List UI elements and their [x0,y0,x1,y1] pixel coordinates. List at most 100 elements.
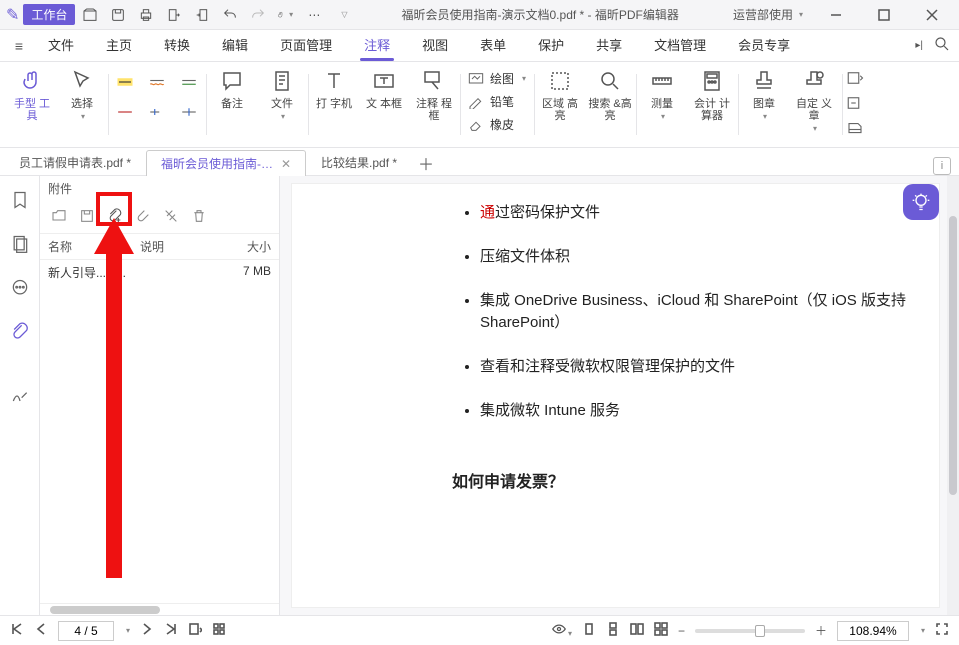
menu-tab-view[interactable]: 视图 [408,31,462,61]
side-bookmarks-icon[interactable] [8,188,32,212]
side-attachments-icon[interactable] [8,320,32,344]
page-input[interactable] [58,621,114,641]
doc-vscroll[interactable] [947,176,959,615]
ribbon-highlight-icon[interactable] [112,72,138,92]
qat-save-icon[interactable] [109,6,127,24]
menu-search-icon[interactable] [933,35,951,56]
side-comments-icon[interactable] [8,276,32,300]
ribbon-area-highlight-button[interactable]: 区域 高亮 [538,68,582,122]
panel-delete-icon[interactable] [188,205,210,227]
ribbon-pencil-button[interactable]: 铅笔 [468,93,514,110]
ribbon-textbox-button[interactable]: 文 本框 [362,68,406,122]
panel-unlink-icon[interactable] [160,205,182,227]
menu-tab-edit[interactable]: 编辑 [208,31,262,61]
zoom-dropdown-icon[interactable]: ▾ [921,626,925,635]
qat-undo-icon[interactable] [221,6,239,24]
qat-import-icon[interactable] [193,6,211,24]
menu-tab-share[interactable]: 共享 [582,31,636,61]
ribbon-note-button[interactable]: 备注 [210,68,254,123]
qat-open-icon[interactable] [81,6,99,24]
panel-hscroll[interactable] [40,603,279,615]
window-close-button[interactable] [911,2,953,28]
menu-tab-annotate[interactable]: 注释 [350,31,404,61]
menu-file[interactable]: 文件 [34,31,88,61]
qat-more-icon[interactable]: ⋯ [305,6,323,24]
doc-tab[interactable]: 员工请假申请表.pdf * [4,149,146,175]
status-thumbnail-icon[interactable] [212,622,226,639]
ribbon-search-highlight-button[interactable]: 搜索 &高亮 [588,68,632,122]
tab-info-icon[interactable]: i [933,157,951,175]
panel-add-attachment-icon[interactable] [104,205,126,227]
col-desc[interactable]: 说明 [140,238,227,255]
view-facing-cont-icon[interactable] [654,622,668,639]
tab-close-icon[interactable]: ✕ [281,157,291,171]
menu-hamburger-icon[interactable]: ≡ [8,38,30,54]
nav-prev-icon[interactable] [34,622,48,639]
nav-last-icon[interactable] [164,622,178,639]
menu-tab-convert[interactable]: 转换 [150,31,204,61]
doc-tab[interactable]: 福昕会员使用指南-演...✕ [146,150,306,176]
view-continuous-icon[interactable] [606,622,620,639]
zoom-slider[interactable] [695,629,805,633]
menu-tab-pages[interactable]: 页面管理 [266,31,346,61]
tab-add-button[interactable]: ＋ [412,151,440,175]
ribbon-eraser-button[interactable]: 橡皮 [468,116,514,133]
view-facing-icon[interactable] [630,622,644,639]
ribbon-mini-1-icon[interactable] [846,70,864,89]
ribbon-drawing-button[interactable]: 绘图▾ [468,70,526,87]
window-maximize-button[interactable] [863,2,905,28]
fullscreen-icon[interactable] [935,622,949,639]
view-single-icon[interactable] [582,622,596,639]
panel-link-icon[interactable] [132,205,154,227]
status-rotate-icon[interactable] [188,622,202,639]
ribbon-file-attach-button[interactable]: 文件▾ [260,68,304,123]
attachment-row[interactable]: 新人引导...0.... 7 MB [40,260,279,285]
menu-tab-protect[interactable]: 保护 [524,31,578,61]
zoom-input[interactable] [837,621,909,641]
ribbon-insert-text-icon[interactable] [176,102,202,122]
window-minimize-button[interactable] [815,2,857,28]
qat-print-icon[interactable] [137,6,155,24]
main-area: 附件 名称 说明 大小 新人引导...0.... 7 MB 通 [0,176,959,615]
menu-tab-form[interactable]: 表单 [466,31,520,61]
document-view[interactable]: 通过密码保护文件 压缩文件体积 集成 OneDrive Business、iCl… [280,176,959,615]
qat-redo-icon[interactable] [249,6,267,24]
menu-tab-home[interactable]: 主页 [92,31,146,61]
qat-dropdown-icon[interactable]: ▽ [335,6,353,24]
ribbon-calculator-button[interactable]: 会计 计算器 [690,68,734,123]
nav-first-icon[interactable] [10,622,24,639]
ribbon-hand-tool[interactable]: 手型 工具 [10,68,54,123]
ribbon-squiggly-icon[interactable] [144,72,170,92]
panel-open-icon[interactable] [48,205,70,227]
qat-hand-icon[interactable]: ▾ [277,6,295,24]
ribbon-mini-3-icon[interactable] [846,120,864,139]
menu-tab-vip[interactable]: 会员专享 [724,31,804,61]
ribbon-callout-button[interactable]: 注释 程框 [412,68,456,122]
ribbon-underline-icon[interactable] [176,72,202,92]
ribbon-select-tool[interactable]: 选择▾ [60,68,104,123]
ribbon-typewriter-button[interactable]: 打 字机 [312,68,356,122]
side-pages-icon[interactable] [8,232,32,256]
side-signature-icon[interactable] [8,384,32,408]
panel-save-icon[interactable] [76,205,98,227]
ribbon-replace-text-icon[interactable] [144,102,170,122]
user-menu[interactable]: 运营部使用▾ [727,4,809,25]
doc-tab[interactable]: 比较结果.pdf * [306,149,412,175]
workbench-button[interactable]: 工作台 [23,4,75,25]
zoom-out-button[interactable]: − [678,624,685,638]
ribbon-custom-stamp-button[interactable]: 自定 义章▾ [792,68,836,135]
view-eye-icon[interactable]: ▾ [552,622,572,639]
ribbon-measure-button[interactable]: 测量▾ [640,68,684,123]
help-bulb-icon[interactable] [903,184,939,220]
ribbon-mini-2-icon[interactable] [846,95,864,114]
zoom-in-button[interactable]: ＋ [815,622,827,639]
page-dropdown-icon[interactable]: ▾ [126,626,130,635]
ribbon-overflow-icon[interactable]: ▸| [915,40,923,51]
menu-tab-docmgmt[interactable]: 文档管理 [640,31,720,61]
col-size[interactable]: 大小 [227,238,271,255]
ribbon-stamp-button[interactable]: 图章▾ [742,68,786,135]
col-name[interactable]: 名称 [48,238,140,255]
ribbon-strike-icon[interactable] [112,102,138,122]
qat-export-icon[interactable] [165,6,183,24]
nav-next-icon[interactable] [140,622,154,639]
